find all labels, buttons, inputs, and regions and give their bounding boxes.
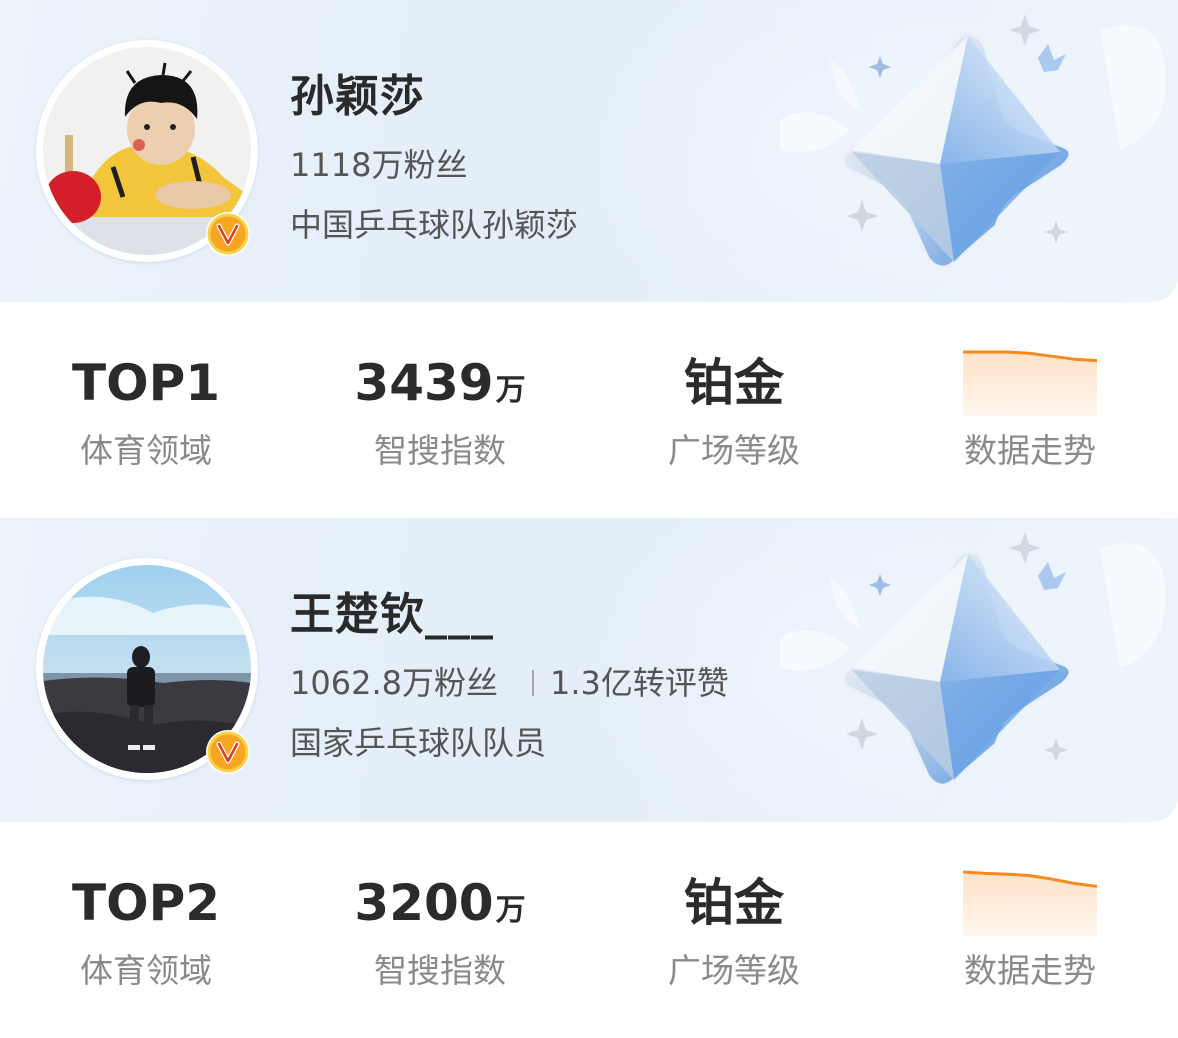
user-description: 国家乒乓球队队员 xyxy=(290,724,547,762)
influencer-card[interactable]: 王楚钦___ 1062.8万粉丝 1.3亿转评赞 国家乒乓球队队员 TOP2 体… xyxy=(0,518,1178,1038)
verified-badge-icon xyxy=(206,212,250,256)
trend-sparkline xyxy=(963,350,1097,416)
rank-label: 体育领域 xyxy=(80,951,212,990)
index-stat[interactable]: 3439万 智搜指数 xyxy=(320,350,560,472)
avatar[interactable] xyxy=(36,40,258,262)
rank-value: TOP2 xyxy=(71,874,221,932)
level-label: 广场等级 xyxy=(668,951,800,990)
index-unit: 万 xyxy=(495,893,526,928)
avatar[interactable] xyxy=(36,558,258,780)
level-label: 广场等级 xyxy=(668,431,800,470)
stats-row: TOP2 体育领域 3200万 智搜指数 铂金 广场等级 数据走势 xyxy=(0,822,1178,1038)
rank-stat[interactable]: TOP2 体育领域 xyxy=(26,870,266,992)
trend-area xyxy=(963,352,1097,416)
rank-label: 体育领域 xyxy=(80,431,212,470)
card-header[interactable]: 王楚钦___ 1062.8万粉丝 1.3亿转评赞 国家乒乓球队队员 xyxy=(0,518,1178,822)
stats-row: TOP1 体育领域 3439万 智搜指数 铂金 广场等级 数据走势 xyxy=(0,302,1178,518)
index-label: 智搜指数 xyxy=(374,951,506,990)
trend-label: 数据走势 xyxy=(964,951,1096,990)
trend-area xyxy=(963,872,1097,936)
level-stat[interactable]: 铂金 广场等级 xyxy=(614,350,854,472)
separator xyxy=(531,670,534,696)
crystal-star-icon xyxy=(740,518,1178,820)
trend-stat[interactable]: 数据走势 xyxy=(910,870,1150,992)
index-number: 3200 xyxy=(354,874,494,932)
trend-sparkline xyxy=(963,870,1097,936)
index-number: 3439 xyxy=(354,354,494,412)
index-value: 3200万 xyxy=(320,870,560,936)
rank-value: TOP1 xyxy=(71,354,221,412)
trend-stat[interactable]: 数据走势 xyxy=(910,350,1150,472)
user-name[interactable]: 王楚钦___ xyxy=(290,578,494,642)
level-value: 铂金 xyxy=(684,874,784,932)
user-description: 中国乒乓球队孙颖莎 xyxy=(290,206,579,244)
level-stat[interactable]: 铂金 广场等级 xyxy=(614,870,854,992)
user-name[interactable]: 孙颖莎 xyxy=(290,60,425,124)
rank-stat[interactable]: TOP1 体育领域 xyxy=(26,350,266,472)
trend-label: 数据走势 xyxy=(964,431,1096,470)
follower-count: 1062.8万粉丝 1.3亿转评赞 xyxy=(290,658,729,704)
fans-text: 1118万粉丝 xyxy=(290,146,468,184)
follower-count: 1118万粉丝 xyxy=(290,140,467,186)
index-stat[interactable]: 3200万 智搜指数 xyxy=(320,870,560,992)
verified-badge-icon xyxy=(206,730,250,774)
influencer-card[interactable]: 孙颖莎 1118万粉丝 中国乒乓球队孙颖莎 TOP1 体育领域 3439万 智搜… xyxy=(0,0,1178,518)
fans-text: 1062.8万粉丝 xyxy=(290,664,498,702)
engagement-text: 1.3亿转评赞 xyxy=(549,664,729,702)
index-label: 智搜指数 xyxy=(374,431,506,470)
level-value: 铂金 xyxy=(684,354,784,412)
crystal-star-icon xyxy=(740,0,1178,302)
card-header[interactable]: 孙颖莎 1118万粉丝 中国乒乓球队孙颖莎 xyxy=(0,0,1178,302)
index-value: 3439万 xyxy=(320,350,560,416)
index-unit: 万 xyxy=(495,373,526,408)
